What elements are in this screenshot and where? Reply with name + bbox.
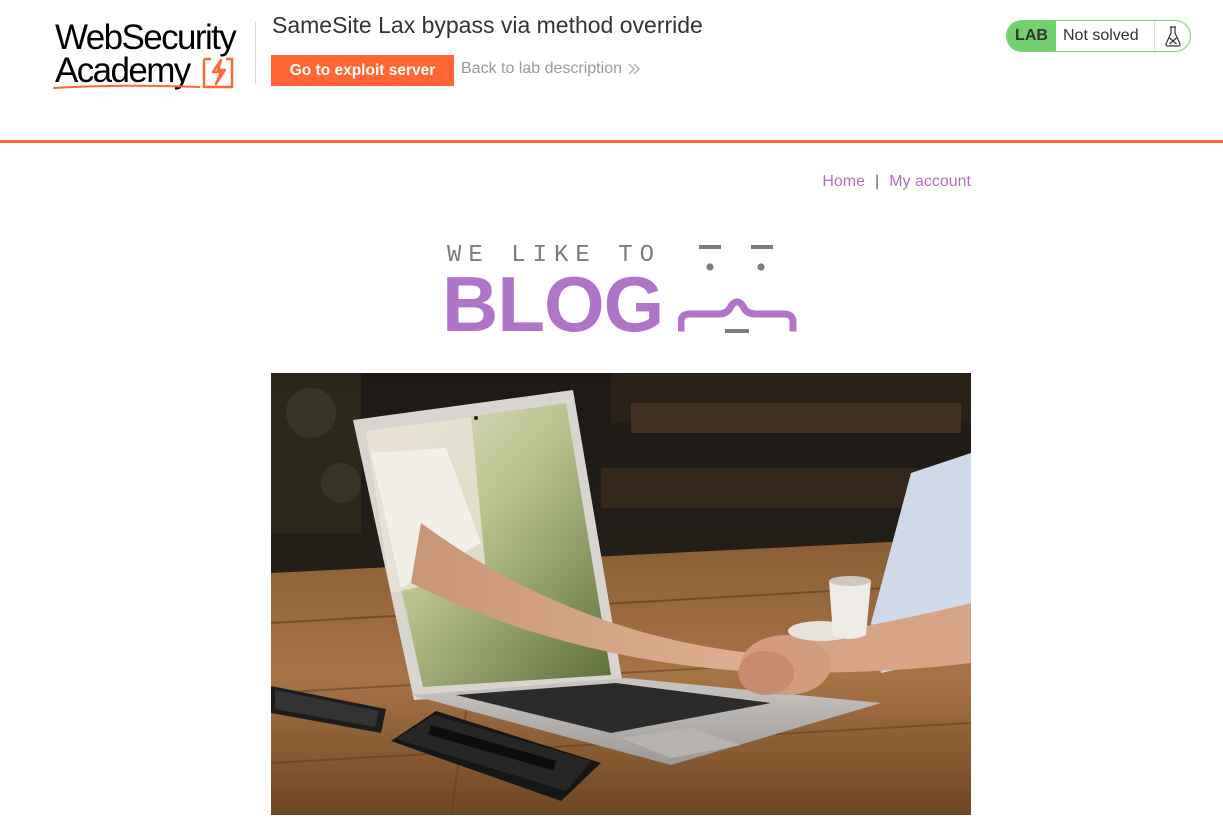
hero-image (271, 373, 971, 815)
nav-home-link[interactable]: Home (822, 173, 865, 190)
blog-top-nav: Home | My account (600, 173, 971, 191)
blog-title: BLOG (442, 260, 664, 348)
back-to-lab-description-link[interactable]: Back to lab description (461, 60, 641, 78)
logo-text-line2: Academy (55, 51, 191, 90)
lab-status-text: Not solved (1063, 27, 1139, 44)
academy-header: WebSecurity Academy SameSite Lax bypass … (0, 0, 1223, 143)
logo-underline (52, 84, 201, 89)
chevrons-right-icon (628, 63, 641, 75)
lightning-icon (202, 57, 234, 89)
nav-my-account-link[interactable]: My account (889, 173, 971, 190)
lab-title: SameSite Lax bypass via method override (272, 12, 703, 38)
header-divider (255, 22, 256, 84)
nav-separator: | (875, 173, 880, 190)
blog-face-icon (678, 245, 797, 333)
back-link-label: Back to lab description (461, 60, 622, 77)
exploit-server-button[interactable]: Go to exploit server (271, 55, 454, 86)
web-security-academy-logo[interactable]: WebSecurity Academy (52, 18, 252, 90)
logo-text-line1: WebSecurity (55, 18, 237, 57)
lab-status-widget: LAB Not solved (1006, 20, 1191, 52)
blog-header-logo: WE LIKE TO BLOG (440, 238, 800, 344)
flask-icon (1154, 21, 1190, 51)
lab-badge: LAB (1007, 21, 1056, 51)
